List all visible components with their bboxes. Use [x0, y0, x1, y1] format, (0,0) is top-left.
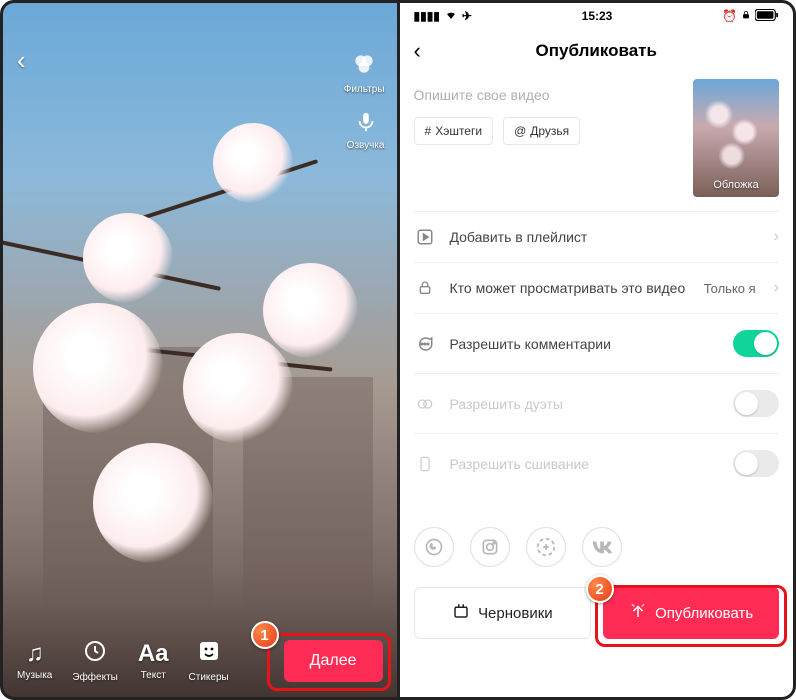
publish-screen: ▮▮▮▮ ✈ 15:23 ⏰ ‹ Опубликовать: [400, 3, 794, 697]
playlist-label: Добавить в плейлист: [450, 228, 760, 246]
privacy-label: Кто может просматривать это видео: [450, 279, 690, 297]
music-tool[interactable]: ♫ Музыка: [17, 642, 52, 681]
tutorial-step-badge-1: 1: [251, 621, 279, 649]
stitch-row: Разрешить сшивание: [400, 434, 794, 493]
back-chevron-icon[interactable]: ‹: [17, 45, 26, 76]
cover-thumbnail[interactable]: Обложка: [693, 79, 779, 197]
music-label: Музыка: [17, 670, 52, 681]
share-row: [400, 519, 794, 581]
tutorial-frame: ‹ Фильтры Озвучка ♫ Музыка Эффекты: [0, 0, 796, 700]
filters-icon: [351, 51, 377, 81]
duets-label: Разрешить дуэты: [450, 395, 720, 413]
signal-icon: ▮▮▮▮: [414, 9, 440, 23]
effects-label: Эффекты: [72, 672, 117, 683]
stickers-tool[interactable]: Стикеры: [189, 639, 229, 683]
airplane-icon: ✈: [462, 9, 472, 23]
comments-label: Разрешить комментарии: [450, 335, 720, 353]
stitch-toggle: [733, 450, 779, 477]
mic-icon: [355, 111, 377, 137]
lock-icon: [741, 9, 751, 24]
drafts-icon: [452, 602, 470, 624]
filters-label: Фильтры: [344, 84, 385, 95]
wifi-icon: [444, 9, 458, 24]
compose-area: Опишите свое видео # Хэштеги @ Друзья Об…: [400, 73, 794, 197]
page-title: Опубликовать: [536, 41, 657, 61]
hash-icon: #: [425, 124, 432, 138]
next-button[interactable]: Далее: [284, 640, 383, 682]
edit-toolbar: ♫ Музыка Эффекты Aa Текст Стикеры Дале: [17, 639, 383, 683]
text-label: Текст: [141, 670, 166, 681]
share-whatsapp[interactable]: [414, 527, 454, 567]
duets-toggle: [733, 390, 779, 417]
share-stories[interactable]: [526, 527, 566, 567]
lock-icon: [414, 279, 436, 297]
stickers-label: Стикеры: [189, 672, 229, 683]
status-bar: ▮▮▮▮ ✈ 15:23 ⏰: [400, 3, 794, 29]
comment-icon: [414, 335, 436, 353]
hashtags-chip[interactable]: # Хэштеги: [414, 117, 494, 145]
friends-chip[interactable]: @ Друзья: [503, 117, 580, 145]
chevron-right-icon: ›: [774, 279, 779, 297]
drafts-label: Черновики: [478, 605, 553, 622]
comments-toggle[interactable]: [733, 330, 779, 357]
comments-row: Разрешить комментарии: [400, 314, 794, 373]
chevron-right-icon: ›: [774, 228, 779, 246]
text-icon: Aa: [138, 642, 169, 666]
playlist-row[interactable]: Добавить в плейлист ›: [400, 212, 794, 262]
publish-label: Опубликовать: [655, 605, 753, 622]
stickers-icon: [197, 639, 221, 668]
drafts-button[interactable]: Черновики: [414, 587, 592, 639]
playlist-icon: [414, 228, 436, 246]
text-tool[interactable]: Aa Текст: [138, 642, 169, 681]
action-buttons: Черновики Опубликовать 2: [400, 581, 794, 657]
caption-input[interactable]: Опишите свое видео: [414, 79, 682, 103]
edit-screen: ‹ Фильтры Озвучка ♫ Музыка Эффекты: [3, 3, 397, 697]
privacy-row[interactable]: Кто может просматривать это видео Только…: [400, 263, 794, 313]
alarm-icon: ⏰: [722, 9, 737, 23]
publish-icon: [629, 602, 647, 624]
privacy-value: Только я: [704, 281, 756, 296]
effects-icon: [83, 639, 107, 668]
tutorial-step-badge-2: 2: [586, 575, 614, 603]
cover-label: Обложка: [713, 179, 758, 191]
voiceover-button[interactable]: Озвучка: [347, 111, 385, 151]
friends-label: Друзья: [530, 124, 569, 138]
stitch-label: Разрешить сшивание: [450, 455, 720, 473]
battery-icon: [755, 9, 779, 24]
status-time: 15:23: [582, 9, 613, 23]
hashtags-label: Хэштеги: [435, 124, 482, 138]
filters-button[interactable]: Фильтры: [344, 51, 385, 95]
mention-icon: @: [514, 124, 526, 138]
back-chevron-icon[interactable]: ‹: [414, 38, 421, 64]
music-icon: ♫: [26, 642, 44, 666]
navbar: ‹ Опубликовать: [400, 29, 794, 73]
publish-button[interactable]: Опубликовать: [603, 587, 779, 639]
share-vk[interactable]: [582, 527, 622, 567]
effects-tool[interactable]: Эффекты: [72, 639, 117, 683]
voiceover-label: Озвучка: [347, 140, 385, 151]
stitch-icon: [414, 455, 436, 473]
duets-row: Разрешить дуэты: [400, 374, 794, 433]
share-instagram[interactable]: [470, 527, 510, 567]
duet-icon: [414, 396, 436, 412]
